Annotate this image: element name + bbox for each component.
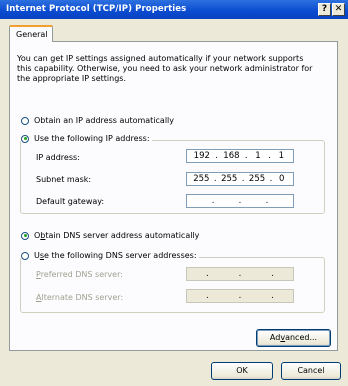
title-bar[interactable]: Internet Protocol (TCP/IP) Properties ? …: [0, 0, 348, 19]
advanced-button[interactable]: Advanced...: [256, 329, 331, 347]
radio-icon: [21, 116, 29, 125]
description-line: You can get IP settings assigned automat…: [17, 54, 304, 63]
label-text: lternate DNS server:: [41, 293, 124, 302]
label-text: referred DNS server:: [40, 270, 123, 279]
default-gateway-field[interactable]: . . .: [186, 194, 294, 208]
radio-obtain-dns-auto[interactable]: Obtain DNS server address automatically: [21, 231, 202, 240]
radio-icon: [21, 251, 29, 260]
radio-use-following-dns[interactable]: Use the following DNS server addresses:: [21, 251, 199, 260]
tab-general[interactable]: General: [9, 25, 53, 42]
tcpip-properties-dialog: Internet Protocol (TCP/IP) Properties ? …: [0, 0, 348, 386]
preferred-dns-label: Preferred DNS server:: [36, 270, 123, 279]
ip-octet: 1: [255, 151, 261, 161]
alternate-dns-label: Alternate DNS server:: [36, 293, 123, 302]
ok-button[interactable]: OK: [211, 362, 273, 380]
radio-selected-icon: [21, 231, 29, 240]
description-line: this capability. Otherwise, you need to …: [17, 64, 313, 73]
radio-use-following-ip[interactable]: Use the following IP address:: [21, 134, 152, 143]
subnet-mask-label: Subnet mask:: [36, 175, 92, 184]
description-text: You can get IP settings assigned automat…: [17, 54, 335, 84]
button-text: anced...: [285, 333, 318, 342]
subnet-mask-field[interactable]: 255. 255. 255. 0: [186, 172, 294, 186]
tab-general-label: General: [16, 30, 48, 39]
alternate-dns-field[interactable]: ...: [186, 289, 294, 303]
ip-octet: 1: [278, 151, 285, 161]
cancel-button[interactable]: Cancel: [281, 362, 341, 380]
close-button[interactable]: ✕: [332, 3, 345, 16]
ip-address-field[interactable]: 192. 168. 1. 1: [186, 149, 294, 163]
radio-selected-icon: [21, 134, 29, 143]
obtain-ip-auto-label: Obtain an IP address automatically: [34, 116, 175, 125]
help-button[interactable]: ?: [318, 3, 331, 16]
subnet-octet: 255: [193, 174, 210, 184]
use-following-ip-label: Use the following IP address:: [34, 134, 150, 143]
use-following-dns-label: Use the following DNS server addresses:: [34, 251, 197, 260]
subnet-octet: 0: [279, 174, 285, 184]
dns-server-group: [20, 257, 325, 313]
obtain-dns-auto-label: Obtain DNS server address automatically: [34, 231, 199, 240]
default-gateway-label: Default gateway:: [36, 197, 105, 206]
radio-obtain-ip-auto[interactable]: Obtain an IP address automatically: [21, 116, 177, 125]
ip-address-label: IP address:: [36, 153, 80, 162]
label-text: tain DNS server address automatically: [45, 231, 200, 240]
subnet-octet: 255: [221, 174, 238, 184]
preferred-dns-field[interactable]: ...: [186, 267, 294, 281]
window-title: Internet Protocol (TCP/IP) Properties: [6, 4, 187, 14]
subnet-octet: 255: [248, 174, 266, 184]
ip-octet: 192: [193, 151, 210, 161]
ip-octet: 168: [223, 151, 240, 161]
button-text: Ad: [269, 333, 281, 342]
description-line: the appropriate IP settings.: [17, 74, 127, 83]
label-text: e the following DNS server addresses:: [44, 251, 197, 260]
